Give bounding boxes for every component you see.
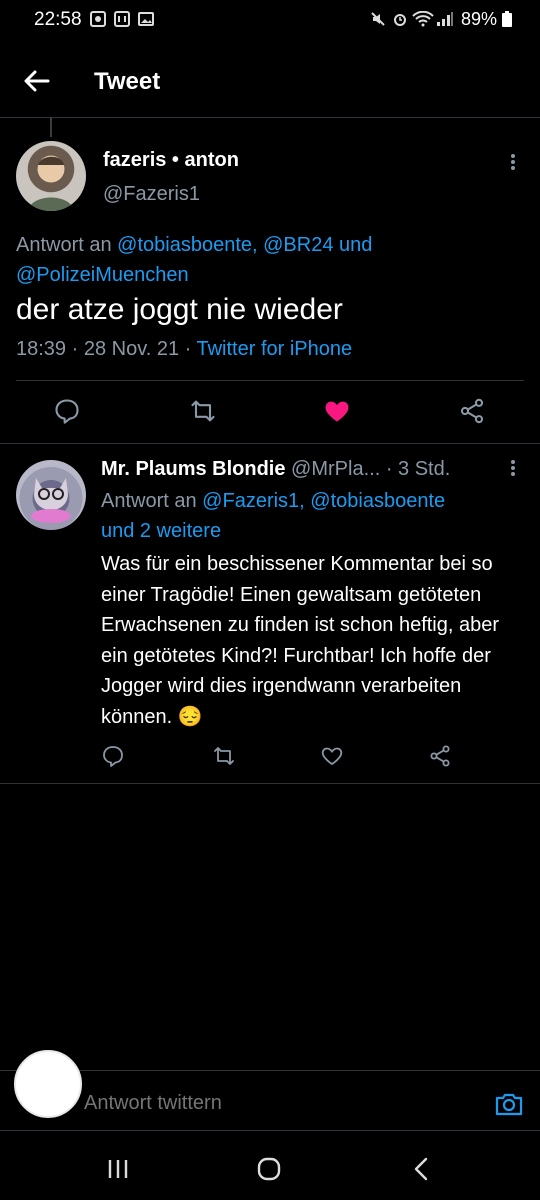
app-notification-icon	[114, 11, 130, 31]
tweet-action-bar	[0, 397, 540, 429]
divider	[0, 443, 540, 444]
share-icon[interactable]	[458, 397, 486, 425]
battery-indicator: 89%	[461, 9, 512, 30]
reply-action-bar	[0, 742, 540, 772]
more-options-icon[interactable]	[506, 458, 520, 478]
reply-context: Antwort an @tobiasboente, @BR24 und @Pol…	[16, 230, 516, 290]
header-divider	[0, 117, 540, 118]
divider	[16, 380, 524, 381]
like-heart-icon[interactable]	[320, 744, 344, 768]
gallery-icon	[138, 11, 154, 31]
retweet-icon[interactable]	[189, 397, 217, 425]
reply-prefix: Antwort an	[16, 234, 118, 256]
compose-divider	[0, 1130, 540, 1131]
home-icon[interactable]	[256, 1156, 282, 1182]
floating-avatar-bubble[interactable]	[14, 1050, 82, 1118]
compose-divider	[0, 1070, 540, 1071]
reply-author-line: Mr. Plaums Blondie @MrPla... · 3 Std.	[101, 458, 450, 481]
thread-connector-line	[50, 117, 52, 137]
reply-tweet-text: Was für ein beschissener Kommentar bei s…	[101, 553, 500, 728]
wifi-icon	[412, 10, 434, 31]
author-handle[interactable]: @Fazeris1	[103, 183, 200, 206]
reply-icon[interactable]	[101, 744, 125, 768]
author-display-name[interactable]: fazeris • anton	[103, 149, 239, 172]
top-header: Tweet	[0, 52, 540, 114]
reply-more-link[interactable]: und 2 weitere	[101, 520, 221, 542]
reply-icon[interactable]	[53, 397, 81, 425]
status-time: 22:58	[34, 9, 82, 30]
reply-mention-link[interactable]: @PolizeiMuenchen	[16, 264, 189, 286]
system-nav-bar	[0, 1140, 540, 1200]
page-title: Tweet	[94, 68, 161, 95]
reply-mention-link[interactable]: @Fazeris1, @tobiasboente	[202, 490, 445, 512]
divider	[0, 783, 540, 784]
avatar[interactable]	[16, 141, 86, 211]
status-bar: 22:58 89%	[0, 0, 540, 40]
reply-author-handle[interactable]: @MrPla...	[291, 458, 380, 480]
tweet-source-link[interactable]: Twitter for iPhone	[196, 338, 352, 360]
more-options-icon[interactable]	[506, 152, 520, 172]
reply-time: · 3 Std.	[385, 458, 451, 480]
signal-icon	[436, 11, 454, 31]
share-icon[interactable]	[428, 744, 452, 768]
back-arrow-icon[interactable]	[22, 66, 52, 96]
reply-prefix: Antwort an	[101, 490, 203, 512]
battery-icon	[502, 11, 512, 27]
notification-icon	[90, 11, 106, 31]
reply-and-text: und	[333, 234, 373, 256]
avatar[interactable]	[16, 460, 86, 530]
recent-apps-icon[interactable]	[106, 1157, 130, 1181]
like-heart-icon[interactable]	[323, 397, 351, 425]
reply-context: Antwort an @Fazeris1, @tobiasboente und …	[101, 486, 511, 546]
back-icon[interactable]	[410, 1156, 434, 1182]
reply-mention-link[interactable]: @tobiasboente, @BR24	[117, 234, 333, 256]
reply-compose-input[interactable]	[84, 1092, 464, 1115]
tweet-text: der atze joggt nie wieder	[16, 293, 343, 326]
tweet-meta: 18:39 · 28 Nov. 21 · Twitter for iPhone	[16, 338, 352, 361]
camera-icon[interactable]	[494, 1089, 524, 1119]
reply-author-display-name[interactable]: Mr. Plaums Blondie	[101, 458, 285, 480]
alarm-icon	[392, 11, 408, 31]
battery-percent: 89%	[460, 9, 497, 29]
mute-icon	[370, 11, 386, 31]
tweet-timestamp: 18:39 · 28 Nov. 21 ·	[16, 338, 197, 360]
retweet-icon[interactable]	[212, 744, 236, 768]
